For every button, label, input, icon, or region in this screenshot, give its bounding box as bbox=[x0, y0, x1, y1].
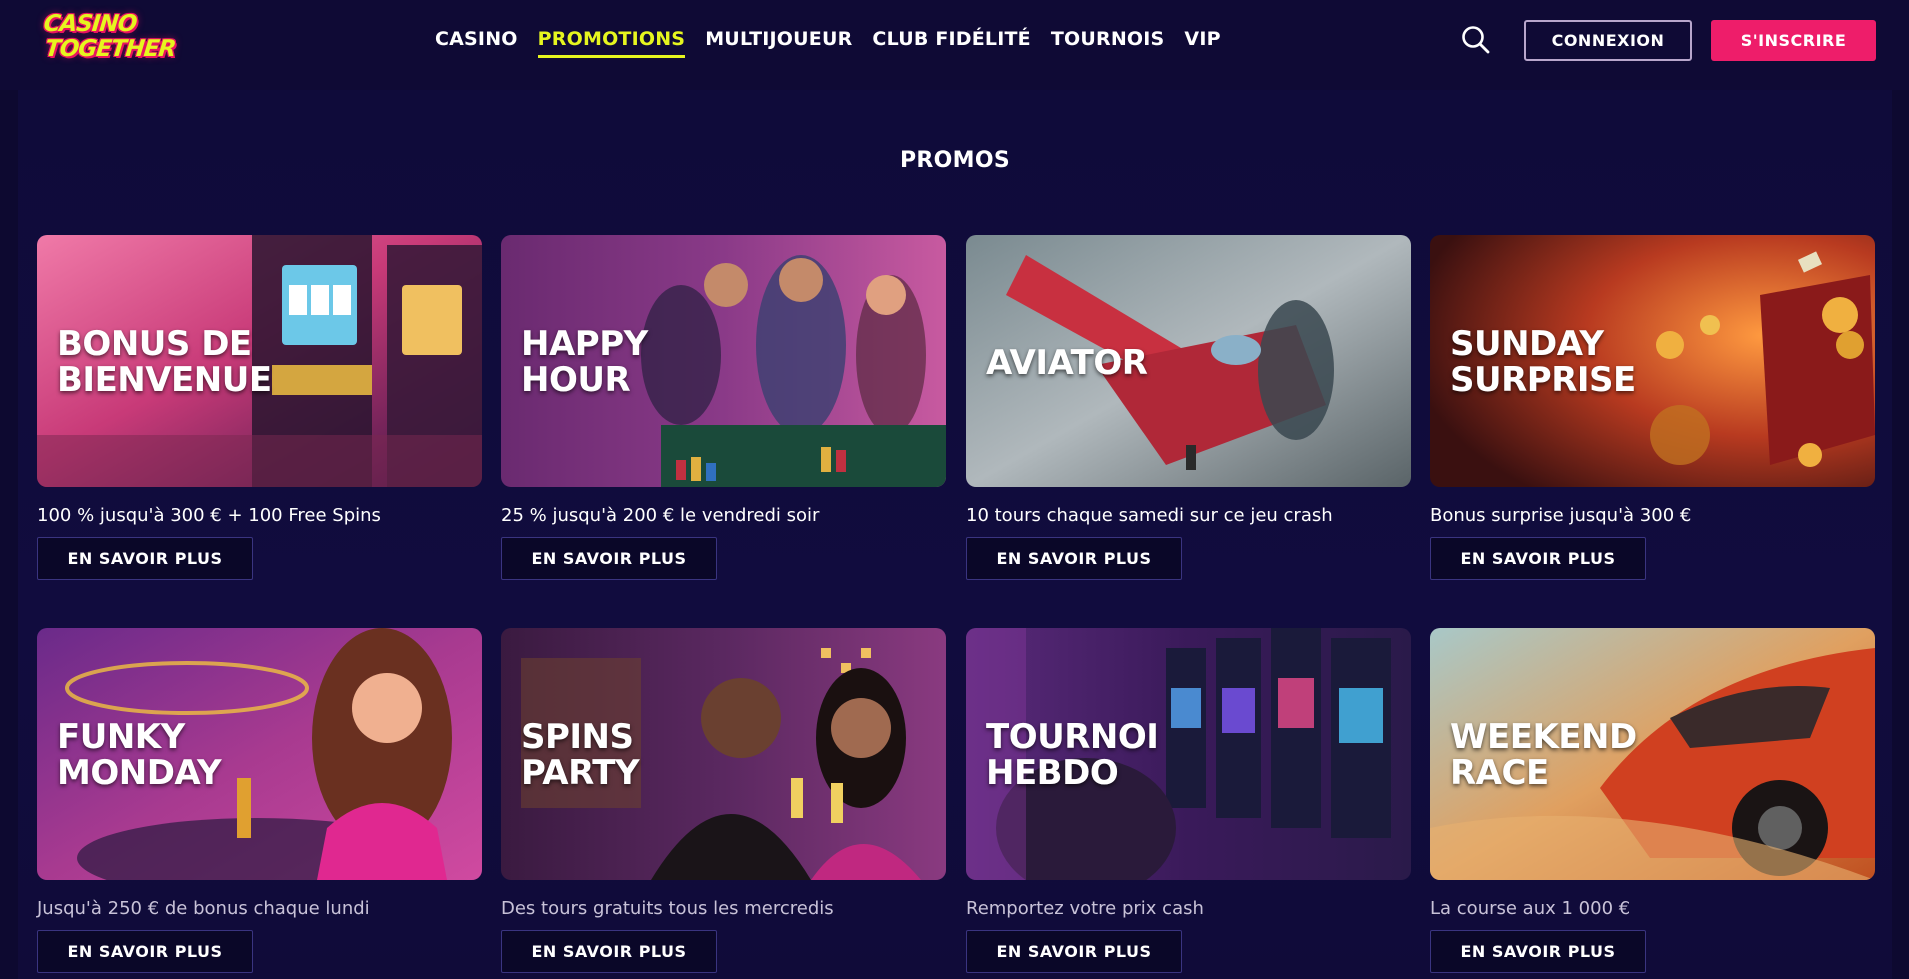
promo-title: SUNDAY SURPRISE bbox=[1450, 324, 1636, 400]
nav-item-tournois[interactable]: TOURNOIS bbox=[1041, 24, 1175, 58]
promo-image-slots[interactable]: BONUS DE BIENVENUE bbox=[37, 235, 482, 487]
promo-title: TOURNOI HEBDO bbox=[986, 717, 1159, 793]
learn-more-button[interactable]: EN SAVOIR PLUS bbox=[37, 930, 253, 973]
promo-image-race-car[interactable]: WEEKEND RACE bbox=[1430, 628, 1875, 880]
promo-image-treasure[interactable]: SUNDAY SURPRISE bbox=[1430, 235, 1875, 487]
promo-card-sunday-surprise: SUNDAY SURPRISE Bonus surprise jusqu'à 3… bbox=[1430, 235, 1875, 580]
promo-card-tournoi-hebdo: TOURNOI HEBDO Remportez votre prix cash … bbox=[966, 628, 1411, 973]
learn-more-button[interactable]: EN SAVOIR PLUS bbox=[1430, 930, 1646, 973]
promo-image-friends-bar[interactable]: HAPPY HOUR bbox=[501, 235, 946, 487]
promo-description: Jusqu'à 250 € de bonus chaque lundi bbox=[37, 898, 370, 919]
casino-together-logo[interactable]: CASINO TOGETHER bbox=[39, 11, 215, 68]
nav-item-vip[interactable]: VIP bbox=[1174, 24, 1230, 58]
logo-line-1: CASINO bbox=[42, 11, 138, 37]
promo-description: Remportez votre prix cash bbox=[966, 898, 1204, 919]
learn-more-button[interactable]: EN SAVOIR PLUS bbox=[501, 930, 717, 973]
promo-card-happy-hour: HAPPY HOUR 25 % jusqu'à 200 € le vendred… bbox=[501, 235, 946, 580]
learn-more-button[interactable]: EN SAVOIR PLUS bbox=[1430, 537, 1646, 580]
learn-more-button[interactable]: EN SAVOIR PLUS bbox=[501, 537, 717, 580]
promo-description: Bonus surprise jusqu'à 300 € bbox=[1430, 505, 1692, 526]
promo-title: AVIATOR bbox=[986, 343, 1148, 383]
nav-item-promotions[interactable]: PROMOTIONS bbox=[528, 24, 696, 58]
promo-title: SPINS PARTY bbox=[521, 717, 640, 793]
promo-card-funky-monday: FUNKY MONDAY Jusqu'à 250 € de bonus chaq… bbox=[37, 628, 482, 973]
promo-card-spins-party: SPINS PARTY Des tours gratuits tous les … bbox=[501, 628, 946, 973]
promos-section: PROMOS BONUS DE BIENVENUE 100 % jusqu'à … bbox=[18, 90, 1892, 979]
promo-title: HAPPY HOUR bbox=[521, 324, 648, 400]
nav-item-multijoueur[interactable]: MULTIJOUEUR bbox=[695, 24, 862, 58]
promo-description: Des tours gratuits tous les mercredis bbox=[501, 898, 834, 919]
main-nav: CASINO PROMOTIONS MULTIJOUEUR CLUB FIDÉL… bbox=[435, 24, 1231, 64]
promo-image-couple-toast[interactable]: SPINS PARTY bbox=[501, 628, 946, 880]
promo-image-slot-room[interactable]: TOURNOI HEBDO bbox=[966, 628, 1411, 880]
promo-description: La course aux 1 000 € bbox=[1430, 898, 1631, 919]
promo-title: BONUS DE BIENVENUE bbox=[57, 324, 272, 400]
nav-item-club-fidelite[interactable]: CLUB FIDÉLITÉ bbox=[862, 24, 1040, 58]
promo-card-bonus-bienvenue: BONUS DE BIENVENUE 100 % jusqu'à 300 € +… bbox=[37, 235, 482, 580]
promo-title: WEEKEND RACE bbox=[1450, 717, 1637, 793]
promo-description: 100 % jusqu'à 300 € + 100 Free Spins bbox=[37, 505, 381, 526]
learn-more-button[interactable]: EN SAVOIR PLUS bbox=[966, 930, 1182, 973]
promo-card-weekend-race: WEEKEND RACE La course aux 1 000 € EN SA… bbox=[1430, 628, 1875, 973]
site-header: CASINO TOGETHER CASINO PROMOTIONS MULTIJ… bbox=[0, 0, 1909, 90]
learn-more-button[interactable]: EN SAVOIR PLUS bbox=[966, 537, 1182, 580]
logo-line-2: TOGETHER bbox=[43, 36, 177, 62]
promo-image-plane[interactable]: AVIATOR bbox=[966, 235, 1411, 487]
promo-card-aviator: AVIATOR 10 tours chaque samedi sur ce je… bbox=[966, 235, 1411, 580]
promo-title: FUNKY MONDAY bbox=[57, 717, 222, 793]
login-button[interactable]: CONNEXION bbox=[1524, 20, 1692, 61]
learn-more-button[interactable]: EN SAVOIR PLUS bbox=[37, 537, 253, 580]
page-title: PROMOS bbox=[899, 148, 1010, 173]
promo-description: 10 tours chaque samedi sur ce jeu crash bbox=[966, 505, 1333, 526]
promo-image-roulette-woman[interactable]: FUNKY MONDAY bbox=[37, 628, 482, 880]
search-icon[interactable] bbox=[1460, 24, 1492, 56]
nav-item-casino[interactable]: CASINO bbox=[435, 24, 528, 58]
promo-description: 25 % jusqu'à 200 € le vendredi soir bbox=[501, 505, 820, 526]
signup-button[interactable]: S'INSCRIRE bbox=[1711, 20, 1876, 61]
